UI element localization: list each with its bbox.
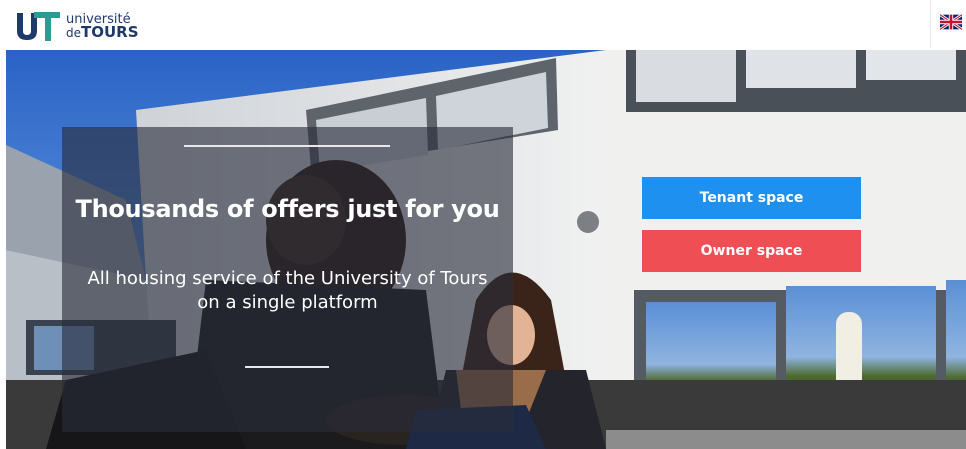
tenant-space-button[interactable]: Tenant space xyxy=(642,177,861,219)
panel-divider-bottom xyxy=(245,366,329,368)
hero-overlay-panel: Thousands of offers just for you All hou… xyxy=(62,127,513,432)
header-divider xyxy=(930,0,931,48)
uk-flag-icon[interactable] xyxy=(940,14,962,30)
university-logo[interactable]: université deTOURS xyxy=(14,9,139,43)
owner-space-button[interactable]: Owner space xyxy=(642,230,861,272)
logo-wordmark: université deTOURS xyxy=(66,13,139,40)
site-header: université deTOURS xyxy=(0,0,966,50)
ut-logo-icon xyxy=(17,12,60,41)
logo-de: de xyxy=(66,25,81,40)
hero-subtext: All housing service of the University of… xyxy=(87,268,488,313)
logo-tours: TOURS xyxy=(81,22,139,41)
hero-headline: Thousands of offers just for you xyxy=(75,195,500,223)
panel-divider-top xyxy=(184,145,390,147)
logo-line-tours: deTOURS xyxy=(66,22,139,41)
